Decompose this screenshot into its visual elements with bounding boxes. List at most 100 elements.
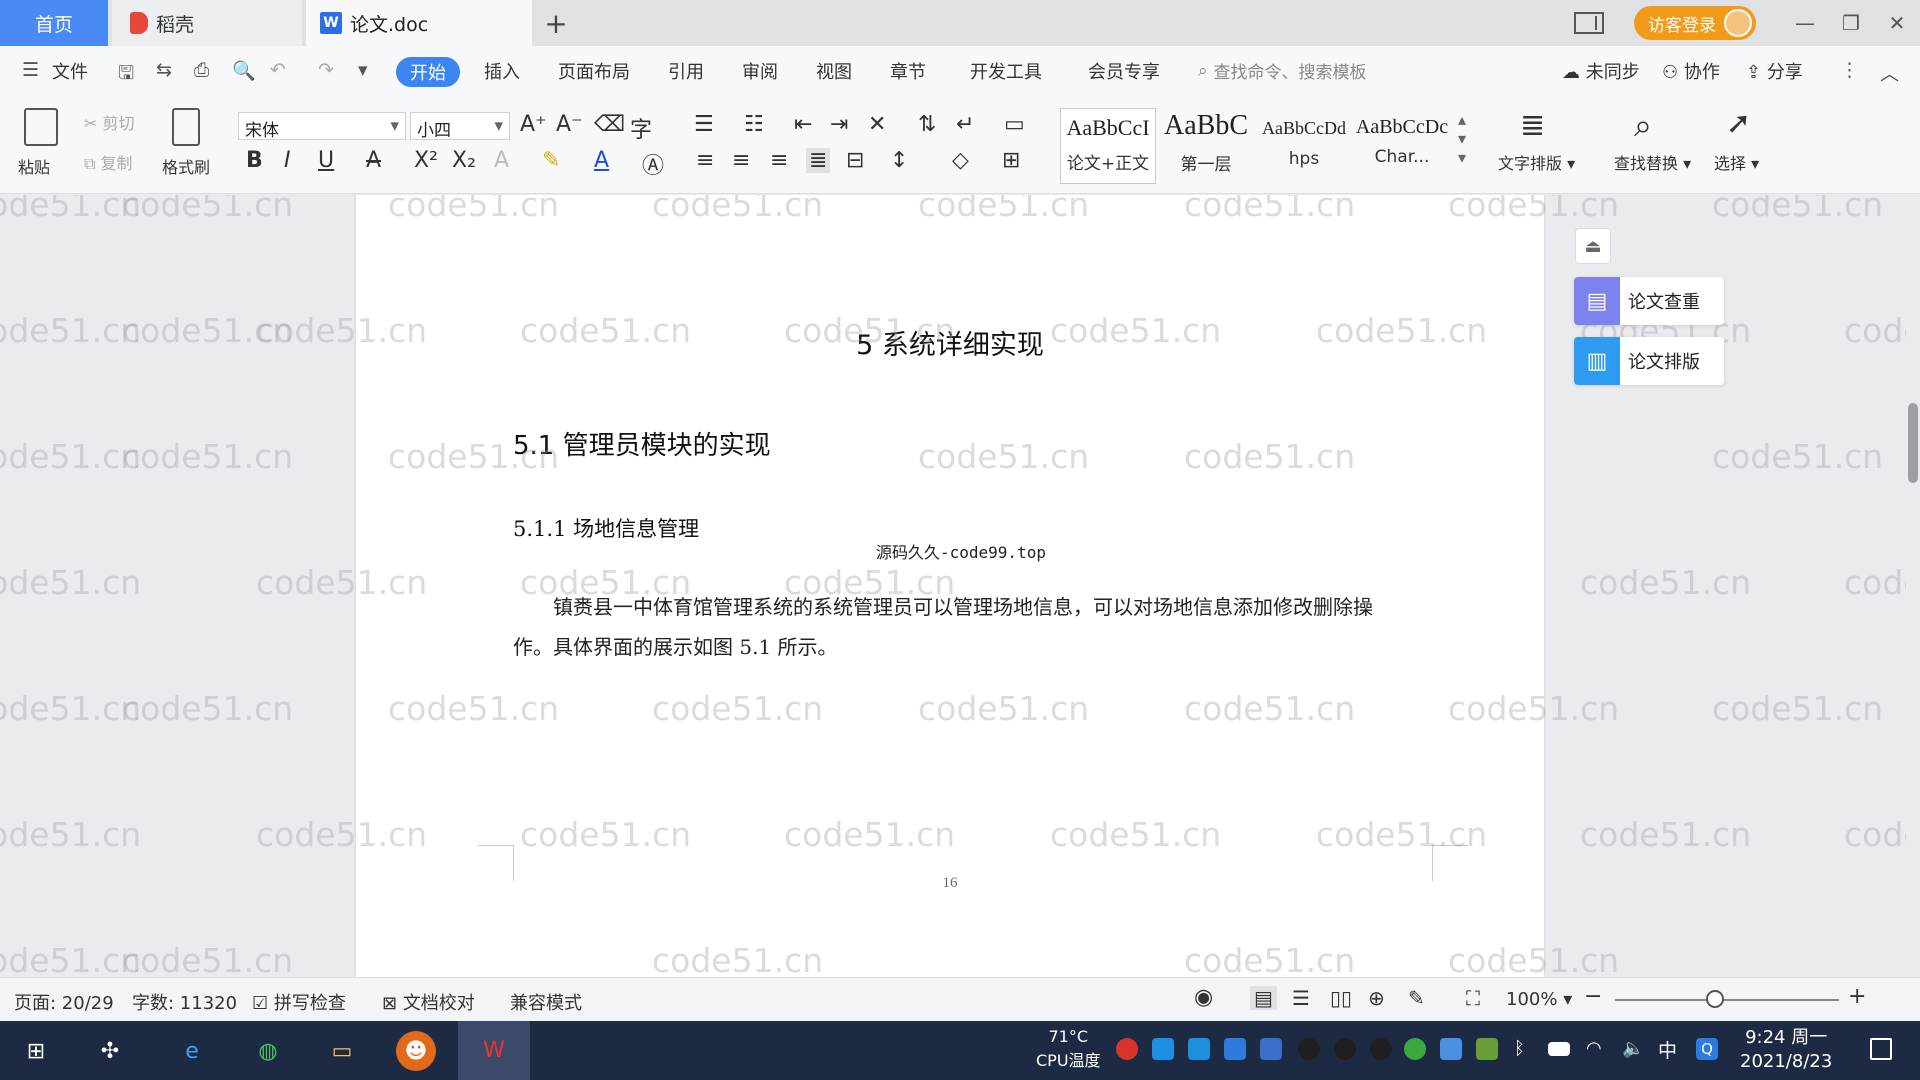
qq-icon[interactable]	[1370, 1038, 1392, 1060]
redo-icon[interactable]: ↷	[318, 59, 340, 81]
document-page[interactable]: 5 系统详细实现 5.1 管理员模块的实现 5.1.1 场地信息管理 源码久久-…	[356, 195, 1544, 977]
zoom-out-icon[interactable]: −	[1584, 984, 1602, 1009]
write-view-icon[interactable]: ✎	[1408, 986, 1425, 1010]
line-spacing-icon[interactable]: ↕	[890, 148, 908, 173]
read-view-icon[interactable]: ▯▯	[1330, 986, 1352, 1010]
paste-button[interactable]: 粘贴	[18, 154, 50, 178]
show-marks-icon[interactable]: ↵	[956, 112, 974, 137]
menu-developer[interactable]: 开发工具	[970, 58, 1042, 84]
font-color-icon[interactable]: A	[594, 148, 609, 173]
chevron-down-icon[interactable]: ▾	[358, 59, 380, 81]
tray-app-icon[interactable]	[1404, 1038, 1426, 1060]
share-button[interactable]: ⇪ 分享	[1746, 58, 1803, 84]
style-item[interactable]: AaBbCcI 论文+正文	[1060, 108, 1156, 184]
new-tab-button[interactable]: +	[536, 0, 576, 46]
style-scroll-icon[interactable]: ▴ ▾ ▾	[1458, 110, 1466, 167]
spell-check-button[interactable]: ☑ 拼写检查	[252, 989, 346, 1015]
tray-app-icon[interactable]	[1152, 1038, 1174, 1060]
menu-file[interactable]: 文件	[52, 58, 88, 84]
menu-insert[interactable]: 插入	[484, 58, 520, 84]
phonetic-icon[interactable]: 字	[630, 112, 652, 144]
style-item[interactable]: AaBbCcDc Char...	[1354, 108, 1450, 184]
menu-references[interactable]: 引用	[668, 58, 704, 84]
find-replace-button[interactable]: 查找替换 ▾	[1614, 150, 1691, 174]
collapse-ribbon-icon[interactable]: ︿	[1880, 59, 1902, 85]
guest-login-button[interactable]: 访客登录	[1634, 6, 1756, 40]
page-view-icon[interactable]: ▤	[1250, 986, 1277, 1010]
web-view-icon[interactable]: ⊕	[1368, 986, 1385, 1010]
align-center-icon[interactable]: ≡	[732, 148, 750, 173]
align-left-icon[interactable]: ≡	[696, 148, 714, 173]
wps-writer-icon[interactable]: W	[458, 1021, 530, 1080]
strikethrough-icon[interactable]: A	[366, 148, 381, 173]
nvidia-icon[interactable]	[1476, 1038, 1498, 1060]
cursor-arrow-icon[interactable]: ➚	[1726, 106, 1751, 141]
collab-button[interactable]: ⚇ 协作	[1662, 58, 1720, 84]
ime-indicator[interactable]: 中	[1658, 1036, 1680, 1062]
tray-app-icon[interactable]	[1188, 1038, 1210, 1060]
borders-icon[interactable]: ⊞	[1002, 148, 1020, 173]
system-clock[interactable]: 9:24 周一 2021/8/23	[1740, 1026, 1832, 1074]
tab-home[interactable]: 首页	[0, 0, 108, 46]
char-border-icon[interactable]: Ⓐ	[642, 148, 664, 180]
page-indicator[interactable]: 页面: 20/29	[14, 989, 114, 1015]
justify-icon[interactable]: ≣	[806, 148, 831, 173]
menu-chapter[interactable]: 章节	[890, 58, 926, 84]
app-icon[interactable]: ☻	[396, 1031, 436, 1071]
tray-app-icon[interactable]	[1440, 1038, 1462, 1060]
fit-page-icon[interactable]: ⛶	[1466, 986, 1480, 1010]
copy-button[interactable]: ⧉ 复制	[84, 150, 133, 174]
window-layout-icon[interactable]	[1574, 12, 1604, 34]
style-item[interactable]: AaBbCcDd hps	[1256, 108, 1352, 184]
distributed-icon[interactable]: ⊟	[846, 148, 864, 173]
sort-icon[interactable]: ⇅	[918, 112, 936, 137]
italic-icon[interactable]: I	[284, 148, 291, 173]
scrollbar-thumb[interactable]	[1908, 403, 1918, 483]
tab-daoke[interactable]: 稻壳	[112, 0, 302, 46]
more-icon[interactable]: ⋮	[1840, 59, 1862, 81]
q-app-icon[interactable]: Q	[1696, 1038, 1718, 1060]
volume-icon[interactable]: 🔈	[1622, 1038, 1644, 1060]
shading-icon[interactable]: ◇	[952, 148, 969, 173]
decrease-indent-icon[interactable]: ⇤	[794, 112, 812, 137]
undo-icon[interactable]: ↶	[270, 59, 292, 81]
text-layout-icon[interactable]: ≣	[1520, 108, 1545, 143]
menu-member[interactable]: 会员专享	[1088, 58, 1160, 84]
eye-icon[interactable]: ◉	[1194, 985, 1213, 1010]
format-painter-icon[interactable]	[172, 108, 200, 146]
zoom-slider[interactable]	[1615, 999, 1839, 1001]
align-right-icon[interactable]: ≡	[770, 148, 788, 173]
paste-icon[interactable]	[24, 108, 58, 146]
ie-browser-icon[interactable]: e	[172, 1031, 212, 1071]
tab-document[interactable]: W 论文.doc	[306, 0, 532, 46]
underline-icon[interactable]: U	[318, 148, 334, 173]
numbered-list-icon[interactable]: ☷	[744, 112, 764, 137]
windows-start-icon[interactable]: ⊞	[16, 1031, 56, 1071]
text-effect-icon[interactable]: A	[494, 148, 509, 173]
save-icon[interactable]: 🖫	[118, 59, 140, 84]
increase-indent-icon[interactable]: ⇥	[830, 112, 848, 137]
highlight-icon[interactable]: ✎	[542, 148, 560, 173]
battery-icon[interactable]	[1548, 1042, 1570, 1056]
style-item[interactable]: AaBbC 第一层	[1158, 108, 1254, 184]
sync-button[interactable]: ☁ 未同步	[1562, 58, 1640, 84]
menu-home-tab[interactable]: 开始	[396, 57, 460, 87]
paper-layout-button[interactable]: ▥ 论文排版	[1574, 337, 1724, 385]
print-icon[interactable]: ⎙	[194, 59, 216, 81]
cpu-temperature[interactable]: 71°C CPU温度	[1036, 1025, 1101, 1073]
minimize-button[interactable]: —	[1782, 11, 1828, 35]
select-button[interactable]: 选择 ▾	[1714, 150, 1759, 174]
wifi-icon[interactable]: ◠	[1586, 1038, 1608, 1060]
font-name-select[interactable]: 宋体 ▾	[238, 112, 406, 141]
word-count[interactable]: 字数: 11320	[132, 989, 237, 1015]
clear-format-icon[interactable]: ⌫	[594, 112, 625, 137]
qq-icon[interactable]	[1334, 1038, 1356, 1060]
vertical-scrollbar[interactable]	[1906, 195, 1920, 977]
qq-icon[interactable]	[1298, 1038, 1320, 1060]
notification-icon[interactable]	[1870, 1038, 1892, 1060]
zoom-slider-thumb[interactable]	[1706, 990, 1724, 1008]
shrink-font-icon[interactable]: A⁻	[556, 112, 583, 137]
print-preview-icon[interactable]: 🔍	[232, 59, 256, 82]
export-icon[interactable]: ⇆	[156, 59, 178, 81]
pinwheel-app-icon[interactable]: ✣	[90, 1031, 130, 1071]
